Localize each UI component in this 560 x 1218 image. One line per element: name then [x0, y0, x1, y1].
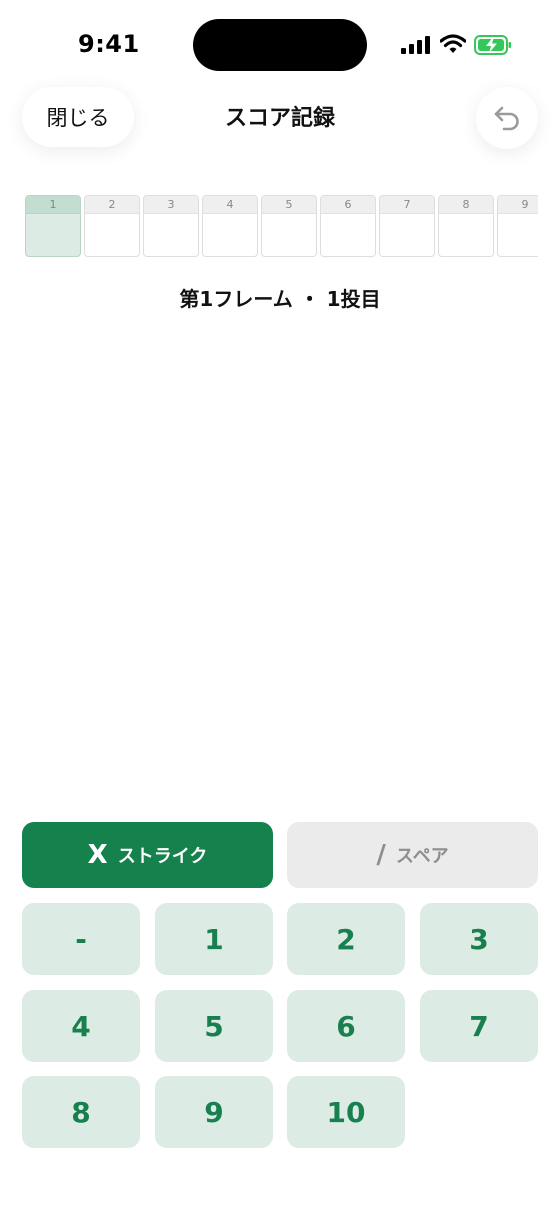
- cellular-signal-icon: [401, 36, 430, 54]
- spare-button-disabled[interactable]: / スペア: [287, 822, 538, 888]
- frame-number: 3: [144, 196, 198, 214]
- frame-number: 2: [85, 196, 139, 214]
- spare-label: スペア: [395, 846, 449, 867]
- frame-cell-8[interactable]: 8: [438, 195, 494, 257]
- frame-number: 9: [498, 196, 538, 214]
- status-time: 9:41: [78, 30, 140, 58]
- current-frame-status: 第1フレーム ・ 1投目: [179, 287, 381, 311]
- frame-number: 5: [262, 196, 316, 214]
- pin-key-5[interactable]: 5: [155, 990, 273, 1062]
- strike-button[interactable]: X ストライク: [22, 822, 273, 888]
- strike-label: ストライク: [117, 846, 208, 867]
- pin-key-6[interactable]: 6: [287, 990, 405, 1062]
- frame-cell-6[interactable]: 6: [320, 195, 376, 257]
- pin-key-3[interactable]: 3: [420, 903, 538, 975]
- pin-key-7[interactable]: 7: [420, 990, 538, 1062]
- spare-symbol: /: [376, 840, 386, 870]
- dynamic-island: [193, 19, 367, 71]
- frame-cell-5[interactable]: 5: [261, 195, 317, 257]
- pin-key-9[interactable]: 9: [155, 1076, 273, 1148]
- pin-key-8[interactable]: 8: [22, 1076, 140, 1148]
- score-entry-screen: 9:41 閉じる スコア記録 1 2 3 4 5 6 7 8 9 第1フレーム …: [0, 0, 560, 1218]
- frame-cell-4[interactable]: 4: [202, 195, 258, 257]
- undo-button[interactable]: [476, 87, 538, 149]
- undo-icon: [494, 106, 519, 131]
- status-bar: 9:41: [0, 0, 560, 90]
- strike-symbol: X: [87, 840, 108, 870]
- frame-number: 8: [439, 196, 493, 214]
- wifi-icon: [440, 34, 466, 53]
- pin-key-miss[interactable]: -: [22, 903, 140, 975]
- pin-key-1[interactable]: 1: [155, 903, 273, 975]
- frame-number: 7: [380, 196, 434, 214]
- pin-key-2[interactable]: 2: [287, 903, 405, 975]
- frame-number: 1: [26, 196, 80, 214]
- pin-key-4[interactable]: 4: [22, 990, 140, 1062]
- frame-number: 4: [203, 196, 257, 214]
- frame-number: 6: [321, 196, 375, 214]
- frame-cell-2[interactable]: 2: [84, 195, 140, 257]
- frame-cell-1[interactable]: 1: [25, 195, 81, 257]
- frame-scoreboard: 1 2 3 4 5 6 7 8 9: [25, 195, 538, 258]
- frame-cell-9[interactable]: 9: [497, 195, 538, 257]
- battery-charging-icon: [474, 35, 511, 55]
- frame-cell-3[interactable]: 3: [143, 195, 199, 257]
- pin-key-10[interactable]: 10: [287, 1076, 405, 1148]
- frame-cell-7[interactable]: 7: [379, 195, 435, 257]
